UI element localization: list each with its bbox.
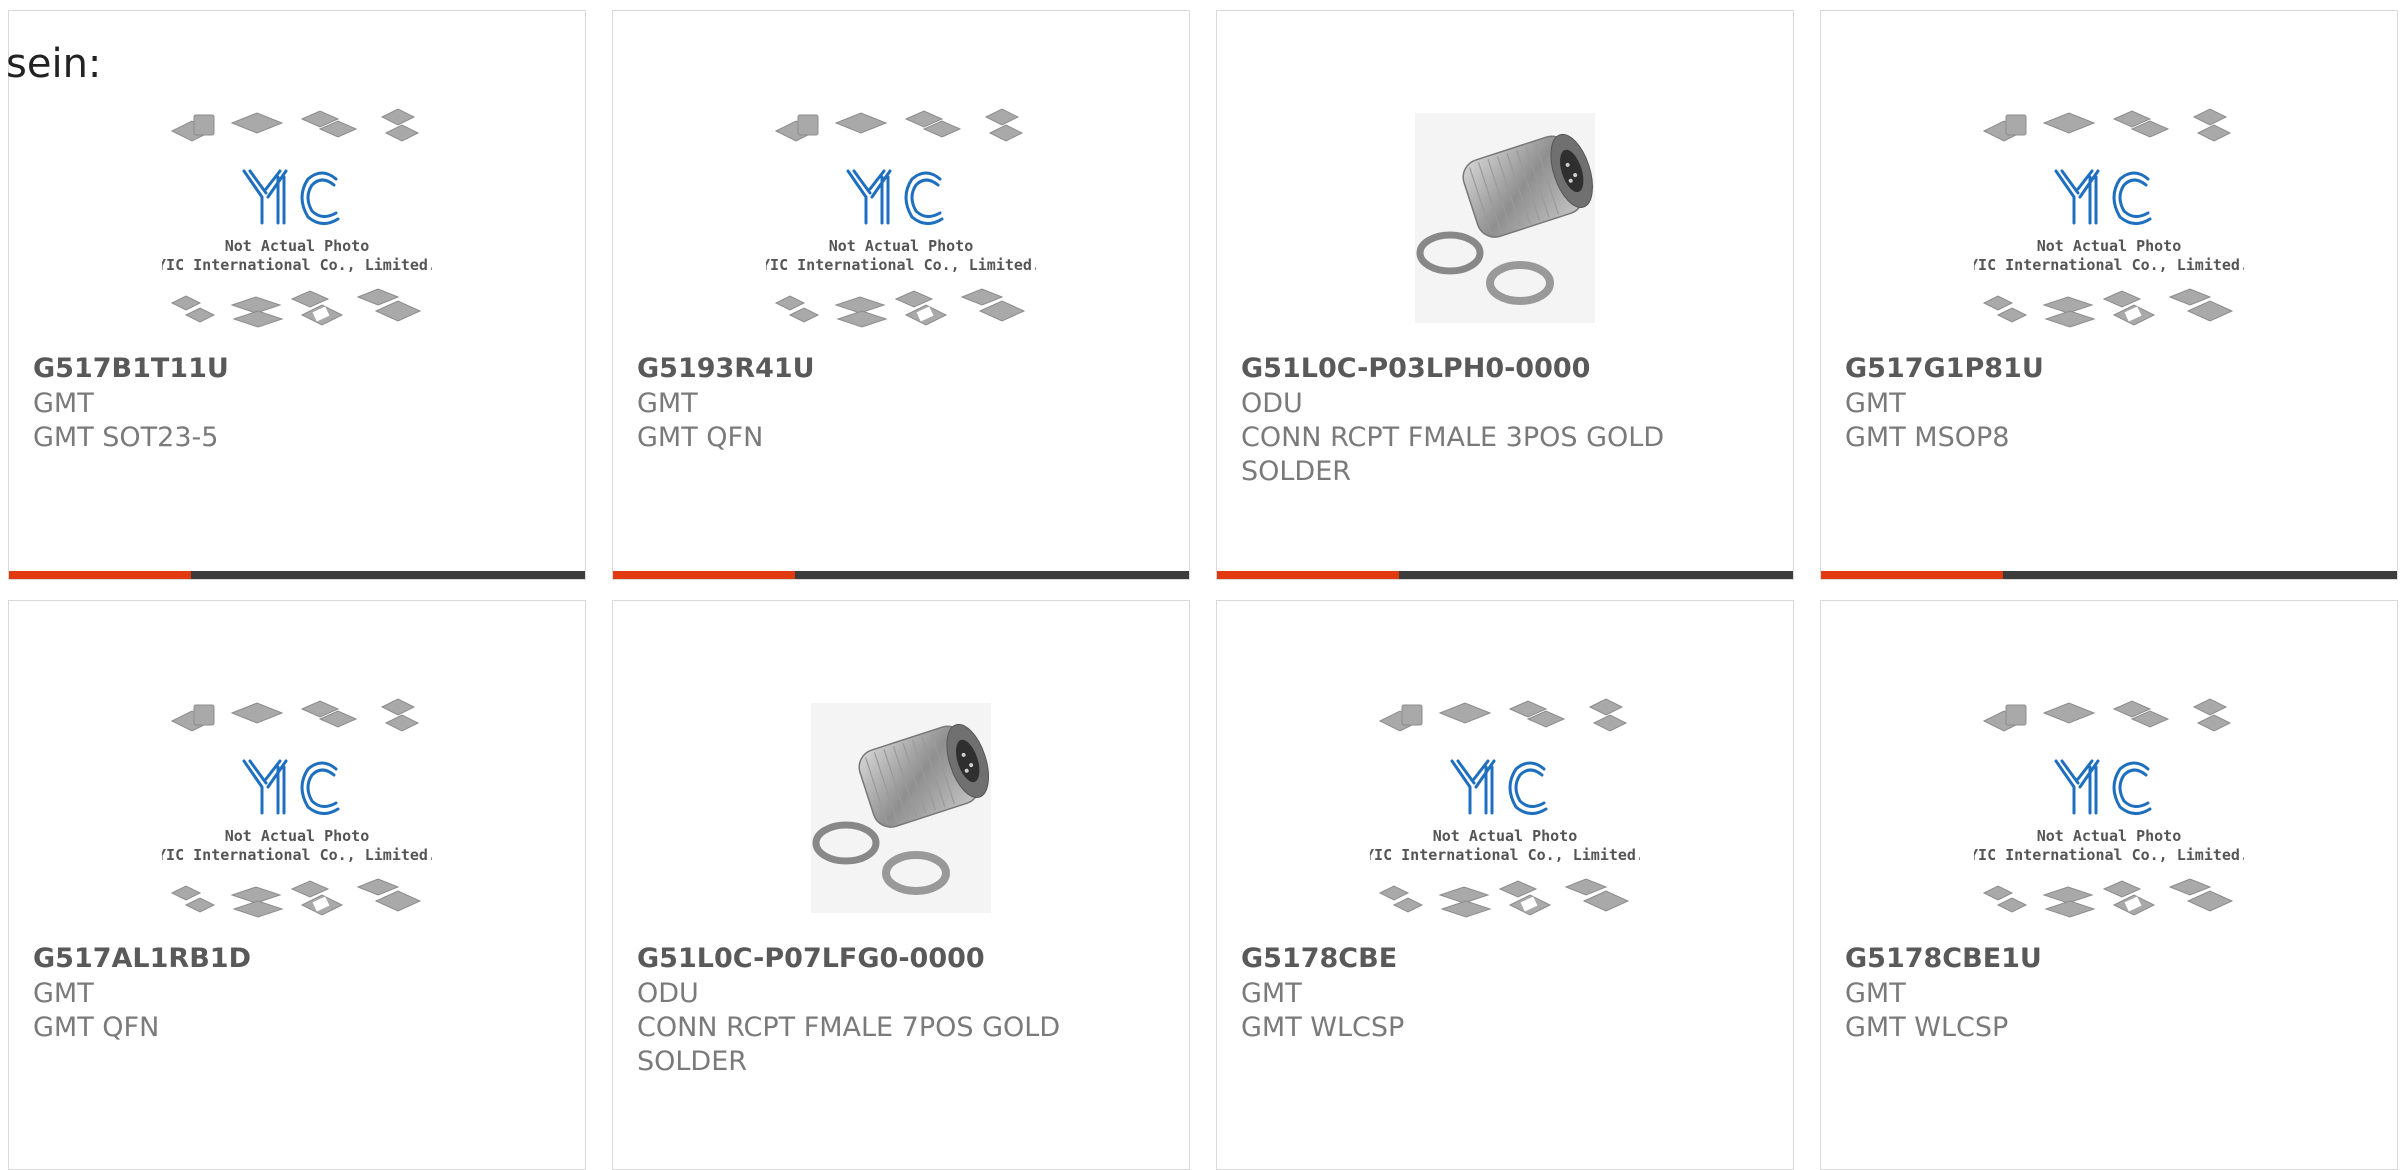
- card-accent: [9, 571, 191, 579]
- description: GMT MSOP8: [1845, 422, 2010, 453]
- placeholder-caption-2: YIC International Co., Limited.: [1974, 846, 2244, 864]
- product-image[interactable]: Not Actual Photo YIC International Co., …: [1370, 683, 1640, 933]
- product-card[interactable]: Not Actual Photo YIC International Co., …: [1820, 600, 2398, 1170]
- part-number[interactable]: G517AL1RB1D: [33, 941, 561, 977]
- manufacturer: GMT: [33, 388, 94, 419]
- card-footer-bar: [613, 571, 1189, 579]
- product-card[interactable]: Not Actual Photo YIC International Co., …: [8, 600, 586, 1170]
- manufacturer: GMT: [1241, 978, 1302, 1009]
- part-number[interactable]: G5178CBE1U: [1845, 941, 2373, 977]
- part-number[interactable]: G51L0C-P03LPH0-0000: [1241, 351, 1769, 387]
- product-image[interactable]: Not Actual Photo YIC International Co., …: [162, 683, 432, 933]
- description: GMT QFN: [33, 1012, 160, 1043]
- product-card[interactable]: Not Actual Photo YIC International Co., …: [1216, 600, 1794, 1170]
- card-accent: [1821, 571, 2003, 579]
- manufacturer: GMT: [637, 388, 698, 419]
- product-image[interactable]: Not Actual Photo YIC International Co., …: [1974, 93, 2244, 343]
- not-actual-photo-image: Not Actual Photo YIC International Co., …: [766, 108, 1036, 328]
- product-card[interactable]: G51L0C-P03LPH0-0000 ODU CONN RCPT FMALE …: [1216, 10, 1794, 580]
- description: GMT WLCSP: [1241, 1012, 1405, 1043]
- part-number[interactable]: G5178CBE: [1241, 941, 1769, 977]
- placeholder-caption-1: Not Actual Photo: [1433, 827, 1578, 845]
- intro-text: sein:: [6, 41, 102, 87]
- placeholder-caption-2: YIC International Co., Limited.: [766, 256, 1036, 274]
- placeholder-caption-2: YIC International Co., Limited.: [1974, 256, 2244, 274]
- product-image[interactable]: Not Actual Photo YIC International Co., …: [1974, 683, 2244, 933]
- part-number[interactable]: G517B1T11U: [33, 351, 561, 387]
- product-card[interactable]: Not Actual Photo YIC International Co., …: [612, 10, 1190, 580]
- not-actual-photo-image: Not Actual Photo YIC International Co., …: [1974, 108, 2244, 328]
- manufacturer: ODU: [1241, 388, 1303, 419]
- description: GMT SOT23-5: [33, 422, 219, 453]
- description: CONN RCPT FMALE 3POS GOLD SOLDER: [1241, 422, 1665, 487]
- not-actual-photo-image: Not Actual Photo YIC International Co., …: [162, 698, 432, 918]
- card-footer-bar: [1821, 571, 2397, 579]
- description: GMT QFN: [637, 422, 764, 453]
- placeholder-caption-1: Not Actual Photo: [2037, 827, 2182, 845]
- product-image[interactable]: Not Actual Photo YIC International Co., …: [162, 93, 432, 343]
- description: GMT WLCSP: [1845, 1012, 2009, 1043]
- part-number[interactable]: G517G1P81U: [1845, 351, 2373, 387]
- manufacturer: ODU: [637, 978, 699, 1009]
- placeholder-caption-1: Not Actual Photo: [225, 237, 370, 255]
- card-accent: [613, 571, 795, 579]
- product-image[interactable]: Not Actual Photo YIC International Co., …: [766, 93, 1036, 343]
- product-card[interactable]: Not Actual Photo YIC International Co., …: [8, 10, 586, 580]
- manufacturer: GMT: [1845, 388, 1906, 419]
- product-image[interactable]: [766, 683, 1036, 933]
- part-number[interactable]: G51L0C-P07LFG0-0000: [637, 941, 1165, 977]
- manufacturer: GMT: [33, 978, 94, 1009]
- connector-photo: [811, 703, 991, 913]
- product-card[interactable]: Not Actual Photo YIC International Co., …: [1820, 10, 2398, 580]
- card-footer-bar: [1217, 571, 1793, 579]
- card-accent: [1217, 571, 1399, 579]
- product-image[interactable]: [1370, 93, 1640, 343]
- description: CONN RCPT FMALE 7POS GOLD SOLDER: [637, 1012, 1061, 1077]
- placeholder-caption-2: YIC International Co., Limited.: [162, 256, 432, 274]
- not-actual-photo-image: Not Actual Photo YIC International Co., …: [1370, 698, 1640, 918]
- card-footer-bar: [9, 571, 585, 579]
- placeholder-caption-1: Not Actual Photo: [225, 827, 370, 845]
- connector-photo: [1415, 113, 1595, 323]
- placeholder-caption-1: Not Actual Photo: [829, 237, 974, 255]
- placeholder-caption-2: YIC International Co., Limited.: [162, 846, 432, 864]
- placeholder-caption-2: YIC International Co., Limited.: [1370, 846, 1640, 864]
- manufacturer: GMT: [1845, 978, 1906, 1009]
- not-actual-photo-image: Not Actual Photo YIC International Co., …: [162, 108, 432, 328]
- part-number[interactable]: G5193R41U: [637, 351, 1165, 387]
- placeholder-caption-1: Not Actual Photo: [2037, 237, 2182, 255]
- not-actual-photo-image: Not Actual Photo YIC International Co., …: [1974, 698, 2244, 918]
- product-card[interactable]: G51L0C-P07LFG0-0000 ODU CONN RCPT FMALE …: [612, 600, 1190, 1170]
